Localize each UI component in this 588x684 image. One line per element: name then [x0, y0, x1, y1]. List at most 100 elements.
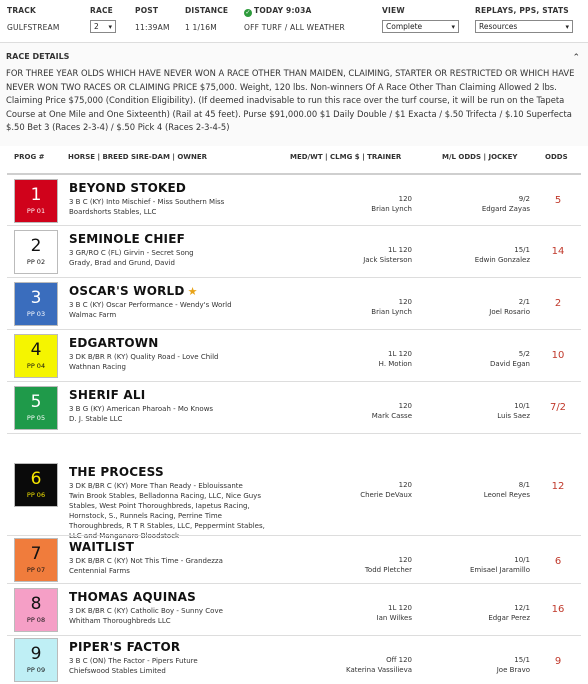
entry-row[interactable]: 3 PP 03 OSCAR'S WORLD ★ 3 B C (KY) Oscar …	[7, 277, 581, 329]
breed-sire-dam: 3 DK B/BR C (KY) Not This Time - Grandez…	[69, 557, 223, 565]
jockey: Edgar Perez	[488, 614, 530, 622]
owner: Boardshorts Stables, LLC	[69, 208, 157, 216]
program-number-badge: 3 PP 03	[14, 282, 58, 326]
race-select[interactable]: 2 ▾	[90, 20, 116, 33]
morning-line-odds: 10/1	[514, 402, 530, 410]
entry-row[interactable]: 2 PP 02 SEMINOLE CHIEF 3 GR/RO C (FL) Gi…	[7, 225, 581, 277]
breed-sire-dam: 3 DK B/BR R (KY) Quality Road - Love Chi…	[69, 353, 219, 361]
morning-line-odds: 15/1	[514, 656, 530, 664]
horse-name-text: EDGARTOWN	[69, 336, 159, 350]
jockey: Leonel Reyes	[483, 491, 530, 499]
live-odds: 7/2	[549, 402, 567, 413]
entry-row[interactable]: 9 PP 09 PIPER'S FACTOR 3 B C (ON) The Fa…	[7, 635, 581, 683]
horse-name[interactable]: SEMINOLE CHIEF	[69, 232, 185, 246]
col-odds: ODDS	[545, 153, 568, 161]
breed-sire-dam: 3 B G (KY) American Pharoah - Mo Knows	[69, 405, 214, 413]
morning-line-odds: 10/1	[514, 556, 530, 564]
weight: 120	[398, 556, 412, 564]
horse-name[interactable]: EDGARTOWN	[69, 336, 158, 350]
trainer: H. Motion	[378, 360, 412, 368]
entry-row[interactable]: 5 PP 05 SHERIF ALI 3 B G (KY) American P…	[7, 381, 581, 433]
check-circle-icon: ✓	[244, 9, 252, 17]
horse-name-text: WAITLIST	[69, 540, 135, 554]
trainer: Brian Lynch	[371, 205, 412, 213]
chevron-up-icon[interactable]: ⌃	[572, 53, 580, 63]
horse-name[interactable]: OSCAR'S WORLD ★	[69, 284, 198, 298]
view-select[interactable]: Complete ▾	[382, 20, 459, 33]
breed-sire-dam: 3 B C (ON) The Factor - Pipers Future	[69, 657, 198, 665]
program-number-badge: 7 PP 07	[14, 538, 58, 582]
post-label: POST	[135, 6, 159, 15]
race-details-title[interactable]: RACE DETAILS	[6, 52, 69, 61]
post-position: PP 09	[26, 666, 46, 674]
jockey: Emisael Jaramillo	[469, 566, 530, 574]
entry-row[interactable]: 7 PP 07 WAITLIST 3 DK B/BR C (KY) Not Th…	[7, 535, 581, 583]
post-position: PP 07	[26, 566, 46, 574]
star-icon: ★	[187, 285, 198, 298]
horse-name[interactable]: BEYOND STOKED	[69, 181, 186, 195]
trainer: Mark Casse	[371, 412, 412, 420]
entry-row[interactable]: 8 PP 08 THOMAS AQUINAS 3 DK B/BR C (KY) …	[7, 583, 581, 635]
weight: 120	[398, 298, 412, 306]
race-details-panel: RACE DETAILS ⌃ FOR THREE YEAR OLDS WHICH…	[0, 42, 588, 146]
resources-select-value: Resources	[479, 22, 518, 31]
breed-sire-dam: 3 DK B/BR C (KY) More Than Ready - Eblou…	[69, 482, 243, 490]
trainer: Todd Pletcher	[364, 566, 412, 574]
weight: Off 120	[386, 656, 412, 664]
post-position: PP 08	[26, 616, 46, 624]
replays-label: REPLAYS, PPS, STATS	[475, 6, 569, 15]
program-number: 9	[30, 644, 42, 664]
post-position: PP 05	[26, 414, 46, 422]
horse-name[interactable]: SHERIF ALI	[69, 388, 145, 402]
col-prog: PROG #	[14, 153, 45, 161]
horse-name-text: BEYOND STOKED	[69, 181, 187, 195]
entry-row[interactable]: 1 PP 01 BEYOND STOKED 3 B C (KY) Into Mi…	[7, 173, 581, 225]
live-odds: 6	[554, 556, 562, 567]
horse-name[interactable]: THOMAS AQUINAS	[69, 590, 196, 604]
horse-name-text: THE PROCESS	[69, 465, 164, 479]
program-number-badge: 6 PP 06	[14, 463, 58, 507]
horse-name[interactable]: WAITLIST	[69, 540, 134, 554]
program-number-badge: 5 PP 05	[14, 386, 58, 430]
owner: Wathnan Racing	[69, 363, 127, 371]
entries-list: 1 PP 01 BEYOND STOKED 3 B C (KY) Into Mi…	[7, 173, 581, 683]
breed-sire-dam: 3 B C (KY) Oscar Performance - Wendy's W…	[69, 301, 232, 309]
entry-row[interactable]: 6 PP 06 THE PROCESS 3 DK B/BR C (KY) Mor…	[7, 433, 581, 540]
program-number-badge: 1 PP 01	[14, 179, 58, 223]
jockey: Luis Saez	[497, 412, 530, 420]
chevron-down-icon: ▾	[565, 23, 569, 31]
weight: 120	[398, 481, 412, 489]
live-odds: 5	[554, 195, 562, 206]
live-odds: 12	[551, 481, 565, 492]
col-mlodds: M/L ODDS | JOCKEY	[442, 153, 518, 161]
morning-line-odds: 9/2	[518, 195, 530, 203]
trainer: Brian Lynch	[371, 308, 412, 316]
owner: Grady, Brad and Grund, David	[69, 259, 175, 267]
breed-sire-dam: 3 DK B/BR C (KY) Catholic Boy - Sunny Co…	[69, 607, 223, 615]
owner: Whitham Thoroughbreds LLC	[69, 617, 171, 625]
track-value: GULFSTREAM	[7, 23, 60, 32]
col-horse: HORSE | BREED SIRE-DAM | OWNER	[68, 153, 208, 161]
morning-line-odds: 2/1	[518, 298, 530, 306]
horse-name[interactable]: THE PROCESS	[69, 465, 164, 479]
morning-line-odds: 5/2	[518, 350, 530, 358]
weight: 1L 120	[388, 350, 412, 358]
program-number: 3	[30, 288, 42, 308]
entry-row[interactable]: 4 PP 04 EDGARTOWN 3 DK B/BR R (KY) Quali…	[7, 329, 581, 381]
program-number: 4	[30, 340, 42, 360]
race-header: TRACK GULFSTREAM RACE 2 ▾ POST 11:39AM D…	[0, 6, 588, 40]
horse-name-text: THOMAS AQUINAS	[69, 590, 196, 604]
jockey: Edwin Gonzalez	[474, 256, 530, 264]
jockey: David Egan	[489, 360, 530, 368]
program-number-badge: 4 PP 04	[14, 334, 58, 378]
horse-name[interactable]: PIPER'S FACTOR	[69, 640, 180, 654]
entries-column-headers: PROG # HORSE | BREED SIRE-DAM | OWNER ME…	[0, 153, 588, 167]
race-label: RACE	[90, 6, 114, 15]
program-number-badge: 8 PP 08	[14, 588, 58, 632]
breed-sire-dam: 3 B C (KY) Into Mischief - Miss Southern…	[69, 198, 225, 206]
resources-select[interactable]: Resources ▾	[475, 20, 573, 33]
track-label: TRACK	[7, 6, 37, 15]
horse-name-text: SEMINOLE CHIEF	[69, 232, 186, 246]
morning-line-odds: 15/1	[514, 246, 530, 254]
jockey: Edgard Zayas	[481, 205, 530, 213]
